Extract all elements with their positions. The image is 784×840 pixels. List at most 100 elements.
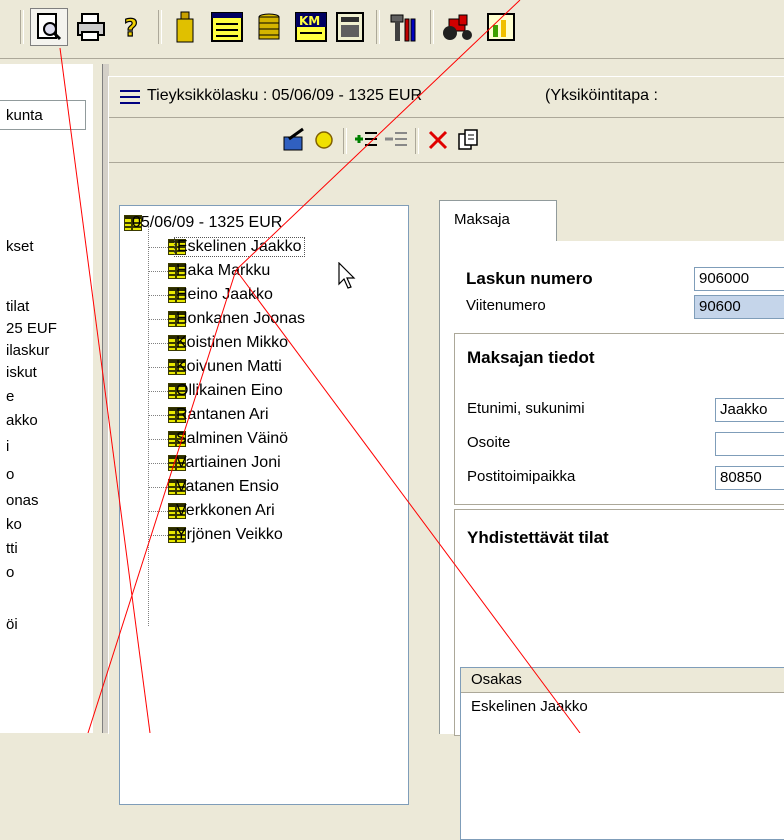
tree-node[interactable]: Koivunen Matti — [168, 356, 282, 378]
left-list-item[interactable]: 25 EUF — [6, 320, 57, 337]
tree-node-label: Vatanen Ensio — [176, 478, 279, 495]
document-list-button[interactable] — [208, 8, 246, 46]
tree-node-label: Yrjönen Veikko — [176, 526, 283, 543]
tree-node-label: Koistinen Mikko — [176, 334, 289, 351]
print-preview-button[interactable] — [30, 8, 68, 46]
left-tab[interactable]: kunta — [0, 100, 86, 130]
left-list-item[interactable]: o — [6, 564, 14, 581]
chart-button[interactable] — [482, 8, 520, 46]
left-list-item[interactable]: ilaskur — [6, 342, 49, 359]
invoice-number-field[interactable]: 906000 — [694, 267, 784, 291]
edit-icon — [283, 127, 304, 151]
delete-button[interactable] — [423, 125, 453, 155]
tractor-icon — [443, 14, 472, 40]
km-button[interactable]: KM — [292, 8, 330, 46]
svg-text:?: ? — [124, 14, 138, 42]
window-title: Tieyksikkölasku : 05/06/09 - 1325 EUR — [147, 87, 423, 104]
tree-node-label: Verkkonen Ari — [176, 502, 275, 519]
list-item[interactable]: Eskelinen Jaakko — [471, 698, 588, 715]
tree-node[interactable]: Vartiainen Joni — [168, 452, 281, 474]
tab-maksaja[interactable]: Maksaja — [439, 200, 557, 242]
column-osakas[interactable]: Osakas — [471, 671, 522, 688]
tree-node-label: Vartiainen Joni — [176, 454, 281, 471]
left-list-item[interactable]: akko — [6, 412, 38, 429]
tree-node-label: Eskelinen Jaakko — [174, 237, 305, 257]
tree-node[interactable]: Eskelinen Jaakko — [168, 236, 305, 258]
left-list-item[interactable]: o — [6, 466, 14, 483]
payer-details-group: Maksajan tiedot Etunimi, sukunimi Jaakko… — [454, 333, 784, 505]
tree-node[interactable]: Heino Jaakko — [168, 284, 273, 306]
left-list-item[interactable]: öi — [6, 616, 18, 633]
tree-node[interactable]: Vatanen Ensio — [168, 476, 279, 498]
tree-line — [148, 247, 168, 248]
tree-node[interactable]: Ollikainen Eino — [168, 380, 283, 402]
tree-line — [148, 295, 168, 296]
tree-node[interactable]: Yrjönen Veikko — [168, 524, 283, 546]
postal-field[interactable]: 80850 — [715, 466, 784, 490]
coins-button[interactable] — [250, 8, 288, 46]
tree-root-node[interactable]: 05/06/09 - 1325 EUR — [124, 212, 282, 234]
tree-line — [148, 415, 168, 416]
tools-button[interactable] — [384, 8, 422, 46]
left-list-item[interactable]: kset — [6, 238, 34, 255]
toolbar-separator — [158, 10, 162, 44]
left-list-item[interactable]: e — [6, 388, 14, 405]
tree-line — [148, 463, 168, 464]
window-toolbar — [109, 117, 784, 163]
tree-node[interactable]: Salminen Väinö — [168, 428, 288, 450]
payer-name-field[interactable]: Jaakko — [715, 398, 784, 422]
bottle-button[interactable] — [166, 8, 204, 46]
remove-row-button[interactable] — [381, 125, 411, 155]
help-button[interactable]: ? — [112, 8, 150, 46]
window-toolbar-separator — [415, 128, 419, 154]
circle-button[interactable] — [309, 125, 339, 155]
address-field[interactable] — [715, 432, 784, 456]
invoice-number-label: Laskun numero — [466, 269, 593, 288]
tree-line — [148, 226, 149, 626]
add-row-button[interactable] — [351, 125, 381, 155]
tree-node[interactable]: Rantanen Ari — [168, 404, 269, 426]
payer-details-heading: Maksajan tiedot — [467, 348, 595, 367]
tree-node[interactable]: Honkanen Joonas — [168, 308, 305, 330]
tree-line — [148, 319, 168, 320]
tree-node[interactable]: Verkkonen Ari — [168, 500, 275, 522]
tree-node[interactable]: Koistinen Mikko — [168, 332, 288, 354]
left-list-item[interactable]: ko — [6, 516, 22, 533]
window-title-extra: (Yksiköintitapa : — [545, 87, 658, 104]
merged-estates-list[interactable]: Osakas Eskelinen Jaakko — [460, 667, 784, 840]
window-titlebar: Tieyksikkölasku : 05/06/09 - 1325 EUR (Y… — [109, 77, 784, 117]
list-header: Osakas — [461, 668, 784, 693]
copy-button[interactable] — [453, 125, 483, 155]
left-list-item[interactable]: onas — [6, 492, 39, 509]
tree-line — [148, 511, 168, 512]
delete-icon — [428, 130, 448, 150]
tree-node-label: Ollikainen Eino — [176, 382, 283, 399]
circle-icon — [315, 131, 333, 149]
print-icon — [77, 13, 105, 41]
invoice-tree[interactable]: 05/06/09 - 1325 EUR Eskelinen Jaakko Haka … — [119, 205, 409, 805]
tab-label: Maksaja — [454, 211, 510, 228]
edit-button[interactable] — [279, 125, 309, 155]
postal-label: Postitoimipaikka — [467, 468, 576, 485]
invoice-window: Tieyksikkölasku : 05/06/09 - 1325 EUR (Y… — [108, 76, 784, 840]
chart-icon — [487, 13, 515, 41]
tree-node-label: Haka Markku — [176, 262, 271, 279]
coins-icon — [258, 13, 280, 40]
print-button[interactable] — [72, 8, 110, 46]
left-list-item[interactable]: tti — [6, 540, 18, 557]
reference-number-field[interactable]: 90600 — [694, 295, 784, 319]
payer-name-label: Etunimi, sukunimi — [467, 400, 585, 417]
copy-icon — [458, 129, 478, 150]
left-list-item[interactable]: tilat — [6, 298, 29, 315]
tree-node[interactable]: Haka Markku — [168, 260, 270, 282]
left-list-item[interactable]: iskut — [6, 364, 37, 381]
tractor-button[interactable] — [440, 8, 478, 46]
left-list-item[interactable]: i — [6, 438, 9, 455]
payer-panel: Laskun numero 906000 Viitenumero 90600 M… — [439, 241, 784, 840]
print-preview-icon — [37, 13, 62, 41]
calculator-icon — [336, 12, 364, 42]
tree-node-label: Salminen Väinö — [176, 430, 289, 447]
calculator-button[interactable] — [332, 8, 370, 46]
tree-line — [148, 487, 168, 488]
tree-node-label: Heino Jaakko — [176, 286, 273, 303]
